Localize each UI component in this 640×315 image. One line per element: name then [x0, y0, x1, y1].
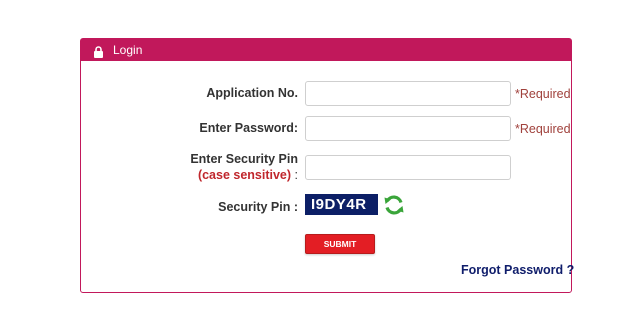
security-pin-label: Enter Security Pin: [190, 152, 298, 166]
submit-button[interactable]: SUBMIT: [305, 234, 375, 254]
security-pin-colon: :: [291, 168, 298, 182]
captcha-label: Security Pin :: [218, 200, 298, 214]
lock-icon: [93, 43, 104, 58]
application-no-input[interactable]: [305, 81, 511, 106]
application-required-note: *Required: [515, 87, 571, 101]
password-label: Enter Password:: [199, 121, 298, 135]
security-pin-sublabel-line: (case sensitive) :: [180, 168, 298, 182]
refresh-icon[interactable]: [382, 193, 406, 217]
security-pin-input[interactable]: [305, 155, 511, 180]
login-title: Login: [113, 43, 143, 57]
captcha-image: I9DY4R: [305, 194, 378, 215]
password-input[interactable]: [305, 116, 511, 141]
login-header: Login: [81, 39, 571, 61]
application-no-label: Application No.: [206, 86, 298, 100]
case-sensitive-note: (case sensitive): [197, 168, 292, 182]
password-required-note: *Required: [515, 122, 571, 136]
forgot-password-link[interactable]: Forgot Password ?: [461, 263, 574, 277]
